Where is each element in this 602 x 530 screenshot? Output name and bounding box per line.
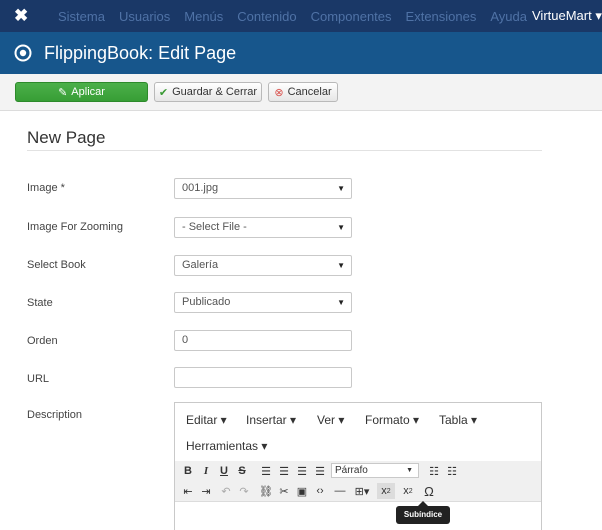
menu-ayuda[interactable]: Ayuda (490, 9, 527, 24)
editor-menu-insertar[interactable]: Insertar ▾ (246, 413, 296, 427)
image-select-value: 001.jpg (182, 182, 219, 194)
description-label: Description (27, 409, 83, 421)
dropdown-caret-icon: ▼ (337, 184, 345, 193)
subscript-tooltip: Subíndice (396, 501, 450, 524)
url-input[interactable] (174, 367, 352, 388)
strikethrough-icon[interactable]: S (235, 463, 249, 479)
unlink-icon[interactable]: ✂ (277, 483, 291, 499)
horizontal-rule-icon[interactable]: — (333, 483, 347, 499)
link-icon[interactable]: ⛓ (259, 483, 273, 499)
orden-input-value: 0 (182, 334, 189, 346)
editor-menu-tabla[interactable]: Tabla ▾ (439, 413, 477, 427)
book-select[interactable]: Galería ▼ (174, 255, 352, 276)
zoom-image-label: Image For Zooming (27, 221, 123, 233)
superscript-icon[interactable]: x2 (399, 483, 417, 499)
dropdown-caret-icon: ▼ (337, 261, 345, 270)
state-select[interactable]: Publicado ▼ (174, 292, 352, 313)
apply-button[interactable]: ✎ Aplicar (15, 82, 148, 102)
save-close-label: Guardar & Cerrar (172, 86, 258, 98)
top-navigation-bar: ✖ Sistema Usuarios Menús Contenido Compo… (0, 0, 602, 32)
form-heading: New Page (27, 128, 106, 147)
code-icon[interactable]: ‹› (313, 483, 327, 499)
menu-virtuemart[interactable]: VirtueMart ▾ (532, 0, 602, 32)
orden-input[interactable]: 0 (174, 330, 352, 351)
editor-menu-formato[interactable]: Formato ▾ (365, 413, 419, 427)
menu-extensiones[interactable]: Extensiones (406, 9, 477, 24)
menu-menus[interactable]: Menús (184, 9, 223, 24)
subscript-icon[interactable]: x2 (377, 483, 395, 499)
align-center-icon[interactable]: ☰ (277, 463, 291, 479)
book-label: Select Book (27, 259, 86, 271)
editor-toolbar-row-2: ⇤ ⇥ ↶ ↷ ⛓ ✂ ▣ ‹› — ⊞▾ x2 x2 Ω (175, 481, 541, 502)
redo-icon[interactable]: ↷ (237, 483, 251, 499)
main-menu: Sistema Usuarios Menús Contenido Compone… (58, 0, 541, 32)
dropdown-caret-icon: ▼ (337, 298, 345, 307)
dropdown-caret-icon: ▼ (406, 467, 413, 474)
undo-icon[interactable]: ↶ (219, 483, 233, 499)
cancel-icon: ⊗ (274, 86, 284, 99)
align-justify-icon[interactable]: ☰ (313, 463, 327, 479)
page-title-bar: FlippingBook: Edit Page (0, 32, 602, 74)
outdent-icon[interactable]: ⇤ (181, 483, 195, 499)
book-select-value: Galería (182, 259, 219, 271)
cancel-label: Cancelar (287, 86, 332, 98)
menu-contenido[interactable]: Contenido (237, 9, 296, 24)
rich-text-editor: Editar ▾ Insertar ▾ Ver ▾ Formato ▾ Tabl… (174, 402, 542, 530)
menu-componentes[interactable]: Componentes (311, 9, 392, 24)
url-label: URL (27, 373, 50, 385)
target-icon (14, 44, 32, 62)
joomla-logo-icon[interactable]: ✖ (14, 7, 34, 25)
zoom-image-select-value: - Select File - (182, 221, 247, 233)
cancel-button[interactable]: ⊗ Cancelar (268, 82, 338, 102)
paragraph-format-value: Párrafo (335, 465, 368, 476)
menu-usuarios[interactable]: Usuarios (119, 9, 170, 24)
table-icon[interactable]: ⊞▾ (351, 483, 373, 499)
checkmark-icon: ✔ (158, 86, 169, 99)
orden-label: Orden (27, 335, 58, 347)
italic-icon[interactable]: I (199, 463, 213, 479)
image-icon[interactable]: ▣ (295, 483, 309, 499)
apply-label: Aplicar (71, 86, 105, 98)
paragraph-format-select[interactable]: Párrafo ▼ (331, 463, 419, 478)
editor-menu-ver[interactable]: Ver ▾ (317, 413, 344, 427)
menu-sistema[interactable]: Sistema (58, 9, 105, 24)
zoom-image-select[interactable]: - Select File - ▼ (174, 217, 352, 238)
align-right-icon[interactable]: ☰ (295, 463, 309, 479)
bold-icon[interactable]: B (181, 463, 195, 479)
heading-divider (27, 150, 542, 151)
underline-icon[interactable]: U (217, 463, 231, 479)
editor-menubar: Editar ▾ Insertar ▾ Ver ▾ Formato ▾ Tabl… (175, 403, 541, 461)
editor-toolbar-row-1: B I U S ☰ ☰ ☰ ☰ Párrafo ▼ ☷ ☷ (175, 461, 541, 481)
dropdown-caret-icon: ▼ (337, 223, 345, 232)
image-label: Image * (27, 182, 65, 194)
save-close-button[interactable]: ✔ Guardar & Cerrar (154, 82, 262, 102)
image-select[interactable]: 001.jpg ▼ (174, 178, 352, 199)
action-toolbar: ✎ Aplicar ✔ Guardar & Cerrar ⊗ Cancelar (0, 74, 602, 111)
bullet-list-icon[interactable]: ☷ (427, 463, 441, 479)
indent-icon[interactable]: ⇥ (199, 483, 213, 499)
edit-icon: ✎ (58, 86, 68, 99)
numbered-list-icon[interactable]: ☷ (445, 463, 459, 479)
page-title: FlippingBook: Edit Page (44, 43, 237, 63)
special-character-icon[interactable]: Ω (421, 483, 437, 499)
state-label: State (27, 297, 53, 309)
align-left-icon[interactable]: ☰ (259, 463, 273, 479)
editor-menu-herramientas[interactable]: Herramientas ▾ (186, 439, 267, 453)
state-select-value: Publicado (182, 296, 231, 308)
editor-menu-editar[interactable]: Editar ▾ (186, 413, 227, 427)
